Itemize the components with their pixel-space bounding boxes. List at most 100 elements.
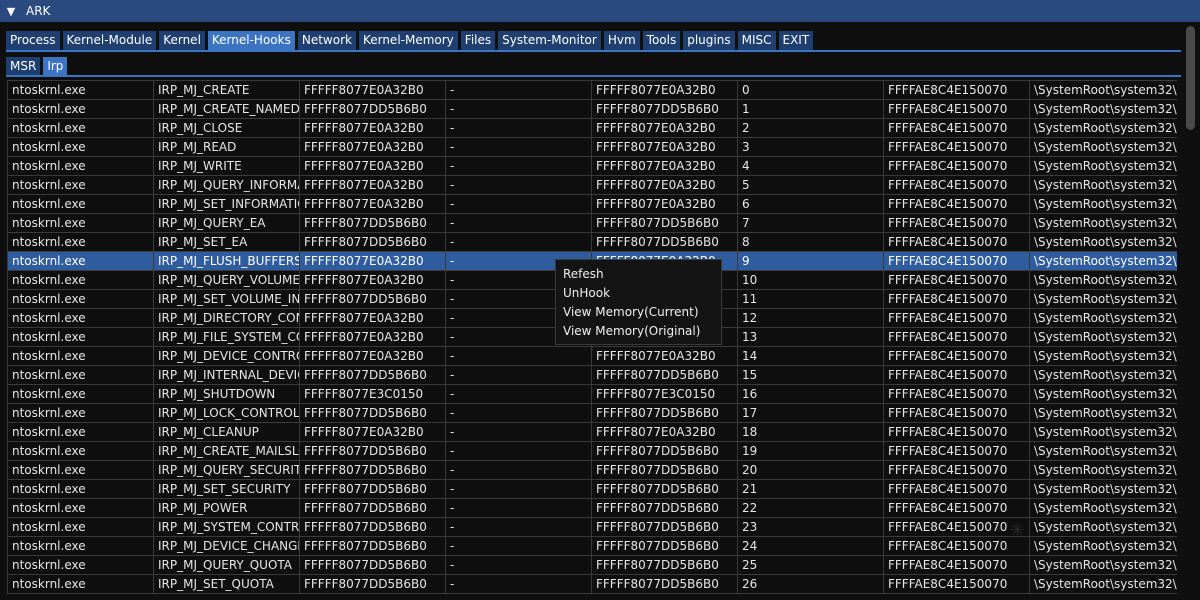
table-cell: \SystemRoot\system32\nt (1029, 555, 1177, 575)
table-cell: - (445, 460, 592, 480)
table-cell: FFFFF8077E3C0150 (299, 384, 446, 404)
table-cell: IRP_MJ_POWER (153, 498, 300, 518)
table-cell: FFFFF8077E0A32B0 (299, 80, 446, 100)
table-cell: - (445, 574, 592, 594)
menu-item-view-memory-original[interactable]: View Memory(Original) (556, 322, 721, 341)
table-cell: FFFFF8077DD5B6B0 (591, 365, 738, 385)
table-cell: IRP_MJ_INTERNAL_DEVICE (153, 365, 300, 385)
table-row[interactable]: ntoskrnl.exe IRP_MJ_INTERNAL_DEVICE FFFFF8… (7, 365, 1177, 385)
table-row[interactable]: ntoskrnl.exe IRP_MJ_SET_EA FFFFF8077DD5B6B… (7, 232, 1177, 252)
table-cell: FFFFF8077DD5B6B0 (299, 536, 446, 556)
tab-kernel[interactable]: Kernel (159, 31, 205, 50)
table-cell: FFFFF8077E0A32B0 (299, 251, 446, 271)
table-cell: FFFFF8077DD5B6B0 (299, 99, 446, 119)
table-row[interactable]: ntoskrnl.exe IRP_MJ_QUERY_QUOTA FFFFF8077D… (7, 555, 1177, 575)
triangle-down-icon[interactable]: ▼ (2, 5, 20, 18)
table-row[interactable]: ntoskrnl.exe IRP_MJ_SHUTDOWN FFFFF8077E3C0… (7, 384, 1177, 404)
menu-item-unhook[interactable]: UnHook (556, 284, 721, 303)
table-row[interactable]: ntoskrnl.exe IRP_MJ_CLOSE FFFFF8077E0A32B0… (7, 118, 1177, 138)
vertical-scrollbar[interactable] (1183, 22, 1200, 600)
window-title: ARK (26, 4, 51, 18)
table-cell: FFFFF8077DD5B6B0 (299, 574, 446, 594)
table-cell: FFFFF8077DD5B6B0 (299, 403, 446, 423)
table-cell: - (445, 156, 592, 176)
tab-network[interactable]: Network (297, 31, 356, 50)
table-row[interactable]: ntoskrnl.exe IRP_MJ_QUERY_INFORMA FFFFF807… (7, 175, 1177, 195)
table-row[interactable]: ntoskrnl.exe IRP_MJ_CREATE_MAILSLO FFFFF80… (7, 441, 1177, 461)
table-cell: FFFFF8077DD5B6B0 (591, 574, 738, 594)
tab-files[interactable]: Files (460, 31, 496, 50)
tab-misc[interactable]: MISC (737, 31, 776, 50)
table-cell: ntoskrnl.exe (7, 194, 154, 214)
table-cell: \SystemRoot\system32\nt (1029, 574, 1177, 594)
table-cell: FFFFAE8C4E150070 (883, 99, 1030, 119)
table-row[interactable]: ntoskrnl.exe IRP_MJ_CREATE_NAMED_P FFFFF80… (7, 99, 1177, 119)
table-row[interactable]: ntoskrnl.exe IRP_MJ_CLEANUP FFFFF8077E0A32… (7, 422, 1177, 442)
table-cell: ntoskrnl.exe (7, 517, 154, 537)
table-row[interactable]: ntoskrnl.exe IRP_MJ_SET_INFORMATIO FFFFF80… (7, 194, 1177, 214)
subtab-msr[interactable]: MSR (6, 57, 41, 76)
table-cell: FFFFF8077DD5B6B0 (591, 441, 738, 461)
table-cell: IRP_MJ_SET_SECURITY (153, 479, 300, 499)
subtab-underline (6, 75, 1181, 77)
table-row[interactable]: ntoskrnl.exe IRP_MJ_LOCK_CONTROL FFFFF8077… (7, 403, 1177, 423)
tab-kernel-module[interactable]: Kernel-Module (62, 31, 157, 50)
table-cell: FFFFAE8C4E150070 (883, 118, 1030, 138)
table-row[interactable]: ntoskrnl.exe IRP_MJ_READ FFFFF8077E0A32B0-… (7, 137, 1177, 157)
table-cell: FFFFF8077E0A32B0 (299, 118, 446, 138)
table-row[interactable]: ntoskrnl.exe IRP_MJ_POWER FFFFF8077DD5B6B0… (7, 498, 1177, 518)
table-cell: - (445, 99, 592, 119)
table-row[interactable]: ntoskrnl.exe IRP_MJ_DEVICE_CHANGE FFFFF807… (7, 536, 1177, 556)
table-row[interactable]: ntoskrnl.exe IRP_MJ_QUERY_EA FFFFF8077DD5B… (7, 213, 1177, 233)
table-row[interactable]: ntoskrnl.exe IRP_MJ_DEVICE_CONTROL FFFFF80… (7, 346, 1177, 366)
tab-exit[interactable]: EXIT (778, 31, 814, 50)
table-cell: 23 (737, 517, 884, 537)
table-cell: FFFFAE8C4E150070 (883, 441, 1030, 461)
table-cell: FFFFF8077DD5B6B0 (299, 232, 446, 252)
table-cell: ntoskrnl.exe (7, 536, 154, 556)
table-cell: 21 (737, 479, 884, 499)
table-cell: FFFFF8077E3C0150 (591, 384, 738, 404)
table-cell: - (445, 422, 592, 442)
tab-tools[interactable]: Tools (642, 31, 681, 50)
table-cell: ntoskrnl.exe (7, 555, 154, 575)
tab-process[interactable]: Process (6, 31, 60, 50)
table-cell: FFFFAE8C4E150070 (883, 194, 1030, 214)
subtab-irp[interactable]: Irp (43, 57, 68, 76)
tab-kernel-memory[interactable]: Kernel-Memory (358, 31, 458, 50)
context-menu: Refesh UnHook View Memory(Current) View Mem… (555, 259, 722, 345)
table-row[interactable]: ntoskrnl.exe IRP_MJ_SET_QUOTA FFFFF8077DD5… (7, 574, 1177, 594)
table-cell: - (445, 232, 592, 252)
main-tab-bar: Process Kernel-Module Kernel Kernel-Hooks Ne… (6, 31, 814, 51)
table-cell: - (445, 441, 592, 461)
menu-item-view-memory-current[interactable]: View Memory(Current) (556, 303, 721, 322)
table-cell: FFFFAE8C4E150070 (883, 574, 1030, 594)
table-cell: \SystemRoot\system32\nt (1029, 270, 1177, 290)
table-cell: FFFFAE8C4E150070 (883, 175, 1030, 195)
table-cell: \SystemRoot\system32\nt (1029, 441, 1177, 461)
tab-hvm[interactable]: Hvm (603, 31, 640, 50)
table-cell: 1 (737, 99, 884, 119)
table-cell: FFFFAE8C4E150070 (883, 270, 1030, 290)
menu-item-refresh[interactable]: Refesh (556, 265, 721, 284)
title-bar[interactable]: ▼ ARK (0, 0, 1200, 22)
table-cell: 0 (737, 80, 884, 100)
table-row[interactable]: ntoskrnl.exe IRP_MJ_CREATE FFFFF8077E0A32B… (7, 80, 1177, 100)
tab-system-monitor[interactable]: System-Monitor (498, 31, 601, 50)
scrollbar-thumb[interactable] (1186, 26, 1195, 130)
table-cell: \SystemRoot\system32\nt (1029, 517, 1177, 537)
table-cell: FFFFF8077DD5B6B0 (299, 479, 446, 499)
table-row[interactable]: ntoskrnl.exe IRP_MJ_WRITE FFFFF8077E0A32B0… (7, 156, 1177, 176)
table-row[interactable]: ntoskrnl.exe IRP_MJ_QUERY_SECURITY FFFFF80… (7, 460, 1177, 480)
table-cell: \SystemRoot\system32\nt (1029, 156, 1177, 176)
table-cell: FFFFAE8C4E150070 (883, 213, 1030, 233)
table-cell: ntoskrnl.exe (7, 441, 154, 461)
tab-plugins[interactable]: plugins (683, 31, 735, 50)
table-cell: FFFFF8077DD5B6B0 (591, 232, 738, 252)
table-cell: ntoskrnl.exe (7, 80, 154, 100)
table-row[interactable]: ntoskrnl.exe IRP_MJ_SET_SECURITY FFFFF8077… (7, 479, 1177, 499)
table-row[interactable]: ntoskrnl.exe IRP_MJ_SYSTEM_CONTRO FFFFF807… (7, 517, 1177, 537)
table-cell: FFFFAE8C4E150070 (883, 308, 1030, 328)
tab-kernel-hooks[interactable]: Kernel-Hooks (207, 31, 295, 50)
table-cell: FFFFF8077DD5B6B0 (591, 517, 738, 537)
